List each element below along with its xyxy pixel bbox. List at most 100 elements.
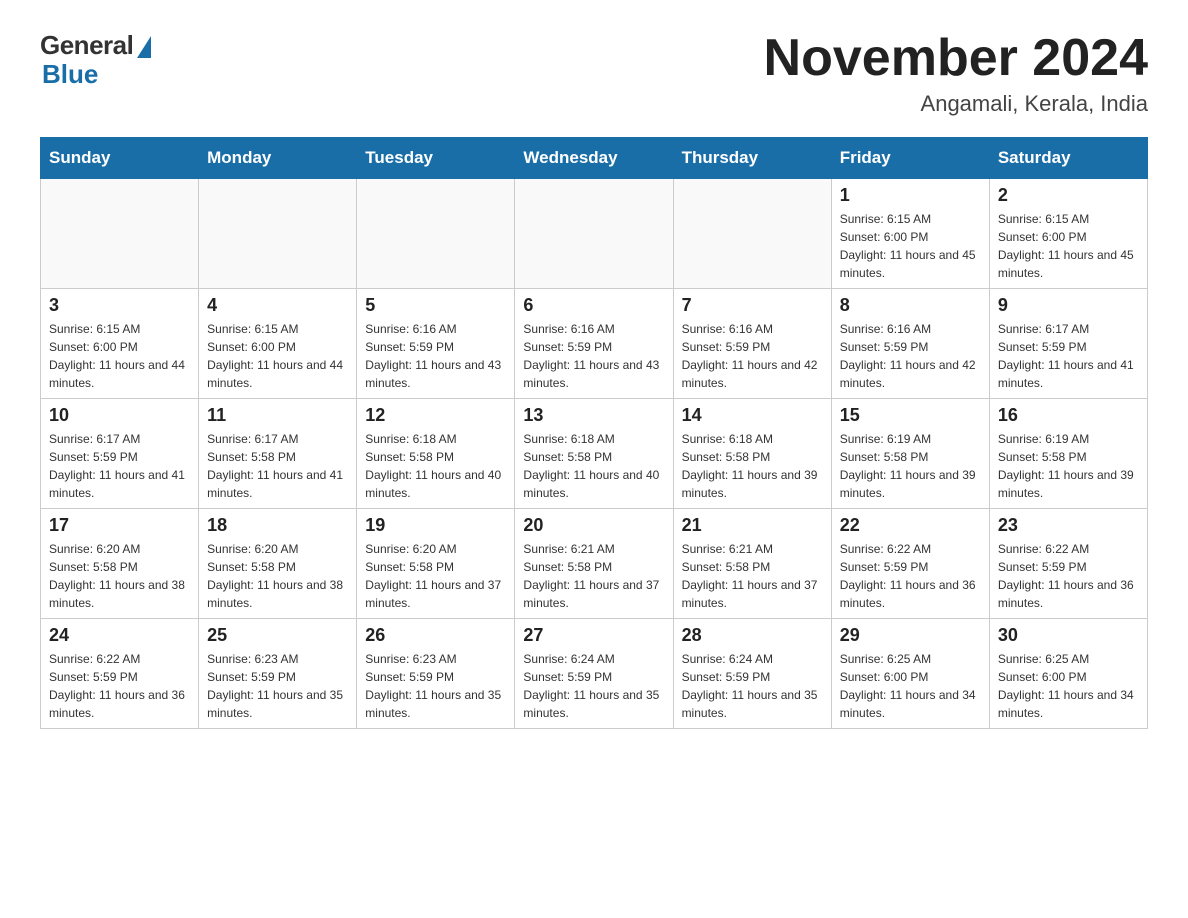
day-number: 22 (840, 515, 981, 536)
calendar-cell: 6Sunrise: 6:16 AM Sunset: 5:59 PM Daylig… (515, 289, 673, 399)
calendar-cell: 24 Sunrise: 6:22 AM Sunset: 5:59 PM Dayli… (41, 619, 199, 729)
calendar-cell: 11Sunrise: 6:17 AM Sunset: 5:58 PM Dayli… (199, 399, 357, 509)
day-number: 10 (49, 405, 190, 426)
day-info: Sunrise: 6:17 AM Sunset: 5:59 PM Dayligh… (998, 320, 1139, 392)
week-row-2: 3 Sunrise: 6:15 AM Sunset: 6:00 PM Daylig… (41, 289, 1148, 399)
calendar-cell: 12Sunrise: 6:18 AM Sunset: 5:58 PM Dayli… (357, 399, 515, 509)
day-number: 7 (682, 295, 823, 316)
day-info: Sunrise: 6:24 AM Sunset: 5:59 PM Dayligh… (523, 650, 664, 722)
day-number: 4 (207, 295, 348, 316)
day-number: 30 (998, 625, 1139, 646)
day-number: 8 (840, 295, 981, 316)
week-row-3: 10 Sunrise: 6:17 AM Sunset: 5:59 PM Dayli… (41, 399, 1148, 509)
calendar-cell (515, 179, 673, 289)
day-info: Sunrise: 6:25 AM Sunset: 6:00 PM Dayligh… (998, 650, 1139, 722)
day-number: 1 (840, 185, 981, 206)
calendar-table: SundayMondayTuesdayWednesdayThursdayFrid… (40, 137, 1148, 729)
day-number: 16 (998, 405, 1139, 426)
day-info: Sunrise: 6:20 AM Sunset: 5:58 PM Dayligh… (207, 540, 348, 612)
weekday-header-wednesday: Wednesday (515, 138, 673, 179)
calendar-cell: 19Sunrise: 6:20 AM Sunset: 5:58 PM Dayli… (357, 509, 515, 619)
calendar-cell: 18 Sunrise: 6:20 AM Sunset: 5:58 PM Dayli… (199, 509, 357, 619)
day-info: Sunrise: 6:16 AM Sunset: 5:59 PM Dayligh… (365, 320, 506, 392)
calendar-cell: 17 Sunrise: 6:20 AM Sunset: 5:58 PM Dayli… (41, 509, 199, 619)
day-number: 26 (365, 625, 506, 646)
calendar-cell: 8 Sunrise: 6:16 AM Sunset: 5:59 PM Daylig… (831, 289, 989, 399)
day-info: Sunrise: 6:18 AM Sunset: 5:58 PM Dayligh… (682, 430, 823, 502)
day-number: 2 (998, 185, 1139, 206)
calendar-cell (41, 179, 199, 289)
day-number: 25 (207, 625, 348, 646)
location-text: Angamali, Kerala, India (764, 91, 1148, 117)
day-info: Sunrise: 6:17 AM Sunset: 5:58 PM Dayligh… (207, 430, 348, 502)
day-info: Sunrise: 6:19 AM Sunset: 5:58 PM Dayligh… (840, 430, 981, 502)
weekday-header-monday: Monday (199, 138, 357, 179)
calendar-cell: 20 Sunrise: 6:21 AM Sunset: 5:58 PM Dayli… (515, 509, 673, 619)
calendar-cell: 28Sunrise: 6:24 AM Sunset: 5:59 PM Dayli… (673, 619, 831, 729)
day-info: Sunrise: 6:22 AM Sunset: 5:59 PM Dayligh… (49, 650, 190, 722)
day-info: Sunrise: 6:15 AM Sunset: 6:00 PM Dayligh… (840, 210, 981, 282)
calendar-cell: 21Sunrise: 6:21 AM Sunset: 5:58 PM Dayli… (673, 509, 831, 619)
day-info: Sunrise: 6:21 AM Sunset: 5:58 PM Dayligh… (523, 540, 664, 612)
calendar-cell: 22 Sunrise: 6:22 AM Sunset: 5:59 PM Dayli… (831, 509, 989, 619)
day-number: 28 (682, 625, 823, 646)
day-number: 5 (365, 295, 506, 316)
calendar-cell: 5 Sunrise: 6:16 AM Sunset: 5:59 PM Daylig… (357, 289, 515, 399)
calendar-cell: 13Sunrise: 6:18 AM Sunset: 5:58 PM Dayli… (515, 399, 673, 509)
day-number: 6 (523, 295, 664, 316)
month-title: November 2024 (764, 30, 1148, 87)
day-number: 23 (998, 515, 1139, 536)
logo-blue-text: Blue (42, 59, 98, 90)
logo-triangle-icon (137, 36, 151, 58)
day-number: 18 (207, 515, 348, 536)
day-number: 17 (49, 515, 190, 536)
calendar-cell: 30 Sunrise: 6:25 AM Sunset: 6:00 PM Dayli… (989, 619, 1147, 729)
weekday-header-saturday: Saturday (989, 138, 1147, 179)
day-info: Sunrise: 6:21 AM Sunset: 5:58 PM Dayligh… (682, 540, 823, 612)
calendar-cell: 9 Sunrise: 6:17 AM Sunset: 5:59 PM Daylig… (989, 289, 1147, 399)
calendar-cell: 16 Sunrise: 6:19 AM Sunset: 5:58 PM Dayli… (989, 399, 1147, 509)
day-number: 15 (840, 405, 981, 426)
day-info: Sunrise: 6:17 AM Sunset: 5:59 PM Dayligh… (49, 430, 190, 502)
calendar-cell: 29 Sunrise: 6:25 AM Sunset: 6:00 PM Dayli… (831, 619, 989, 729)
week-row-5: 24 Sunrise: 6:22 AM Sunset: 5:59 PM Dayli… (41, 619, 1148, 729)
title-area: November 2024 Angamali, Kerala, India (764, 30, 1148, 117)
calendar-cell: 2 Sunrise: 6:15 AM Sunset: 6:00 PM Daylig… (989, 179, 1147, 289)
day-info: Sunrise: 6:25 AM Sunset: 6:00 PM Dayligh… (840, 650, 981, 722)
weekday-header-friday: Friday (831, 138, 989, 179)
day-number: 20 (523, 515, 664, 536)
day-number: 29 (840, 625, 981, 646)
day-info: Sunrise: 6:20 AM Sunset: 5:58 PM Dayligh… (49, 540, 190, 612)
day-info: Sunrise: 6:15 AM Sunset: 6:00 PM Dayligh… (49, 320, 190, 392)
weekday-header-tuesday: Tuesday (357, 138, 515, 179)
day-number: 13 (523, 405, 664, 426)
day-number: 14 (682, 405, 823, 426)
calendar-cell: 23 Sunrise: 6:22 AM Sunset: 5:59 PM Dayli… (989, 509, 1147, 619)
calendar-cell (673, 179, 831, 289)
day-info: Sunrise: 6:16 AM Sunset: 5:59 PM Dayligh… (840, 320, 981, 392)
weekday-header-thursday: Thursday (673, 138, 831, 179)
day-info: Sunrise: 6:22 AM Sunset: 5:59 PM Dayligh… (840, 540, 981, 612)
day-info: Sunrise: 6:22 AM Sunset: 5:59 PM Dayligh… (998, 540, 1139, 612)
calendar-cell (199, 179, 357, 289)
calendar-cell: 3 Sunrise: 6:15 AM Sunset: 6:00 PM Daylig… (41, 289, 199, 399)
page-header: General Blue November 2024 Angamali, Ker… (40, 30, 1148, 117)
calendar-cell (357, 179, 515, 289)
day-info: Sunrise: 6:15 AM Sunset: 6:00 PM Dayligh… (998, 210, 1139, 282)
day-number: 3 (49, 295, 190, 316)
day-number: 9 (998, 295, 1139, 316)
calendar-cell: 4 Sunrise: 6:15 AM Sunset: 6:00 PM Daylig… (199, 289, 357, 399)
day-info: Sunrise: 6:16 AM Sunset: 5:59 PM Dayligh… (682, 320, 823, 392)
day-info: Sunrise: 6:19 AM Sunset: 5:58 PM Dayligh… (998, 430, 1139, 502)
calendar-cell: 7 Sunrise: 6:16 AM Sunset: 5:59 PM Daylig… (673, 289, 831, 399)
day-info: Sunrise: 6:15 AM Sunset: 6:00 PM Dayligh… (207, 320, 348, 392)
calendar-cell: 15 Sunrise: 6:19 AM Sunset: 5:58 PM Dayli… (831, 399, 989, 509)
calendar-cell: 27Sunrise: 6:24 AM Sunset: 5:59 PM Dayli… (515, 619, 673, 729)
calendar-cell: 10 Sunrise: 6:17 AM Sunset: 5:59 PM Dayli… (41, 399, 199, 509)
weekday-header-sunday: Sunday (41, 138, 199, 179)
day-info: Sunrise: 6:23 AM Sunset: 5:59 PM Dayligh… (365, 650, 506, 722)
day-number: 24 (49, 625, 190, 646)
logo-general-text: General (40, 30, 133, 61)
day-number: 12 (365, 405, 506, 426)
calendar-cell: 14 Sunrise: 6:18 AM Sunset: 5:58 PM Dayli… (673, 399, 831, 509)
